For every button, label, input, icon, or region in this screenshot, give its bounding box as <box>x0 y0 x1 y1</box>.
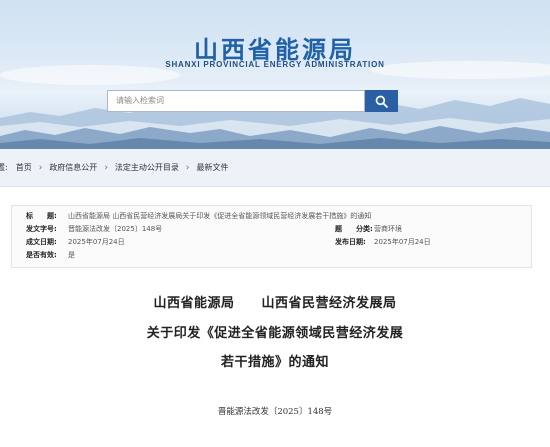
meta-created-value: 2025年07月24日 <box>68 238 125 246</box>
breadcrumb-prefix: 置: <box>0 163 8 172</box>
breadcrumb-home[interactable]: 首页 <box>16 162 32 173</box>
search-button[interactable] <box>365 90 398 112</box>
chevron-right-icon: › <box>38 162 43 173</box>
breadcrumb-gov-info[interactable]: 政府信息公开 <box>49 162 97 173</box>
breadcrumb-catalog[interactable]: 法定主动公开目录 <box>115 162 179 173</box>
meta-docno-value: 晋能源法改发〔2025〕148号 <box>68 225 163 233</box>
meta-valid-label: 是否有效: <box>26 251 57 259</box>
meta-published-value: 2025年07月24日 <box>374 238 431 246</box>
document-issuers: 山西省能源局 山西省民营经济发展局 <box>153 296 397 311</box>
meta-published-label: 发布日期: <box>335 238 366 246</box>
search-input[interactable]: 请输入检索词 <box>107 90 365 112</box>
meta-created-label: 成文日期: <box>26 238 57 246</box>
mountain-scenery <box>0 61 550 149</box>
breadcrumb: 置: 首页 › 政府信息公开 › 法定主动公开目录 › 最新文件 <box>0 149 550 187</box>
chevron-right-icon: › <box>104 162 108 173</box>
site-subtitle: SHANXI PROVINCIAL ENERGY ADMINISTRATION <box>165 60 385 69</box>
meta-category-label: 题 分类: <box>335 225 373 233</box>
meta-title-value: 山西省能源局 山西省民营经济发展局关于印发《促进全省能源领域民营经济发展若干措施… <box>68 212 372 220</box>
document-meta-table: 标 题: 山西省能源局 山西省民营经济发展局关于印发《促进全省能源领域民营经济发… <box>11 205 532 268</box>
document-number: 晋能源法改发〔2025〕148号 <box>217 407 333 417</box>
search-icon <box>375 95 388 108</box>
meta-valid-value: 是 <box>68 251 75 259</box>
breadcrumb-latest[interactable]: 最新文件 <box>197 162 229 173</box>
chevron-right-icon: › <box>185 162 190 173</box>
document-title-line1: 关于印发《促进全省能源领域民营经济发展 <box>146 326 404 341</box>
meta-title-label: 标 题: <box>26 212 57 220</box>
meta-category-value: 营商环境 <box>374 225 402 233</box>
meta-docno-label: 发文字号: <box>26 225 57 233</box>
header-banner: 山西省能源局 SHANXI PROVINCIAL ENERGY ADMINIST… <box>0 0 550 149</box>
document-title-line2: 若干措施》的通知 <box>220 355 329 370</box>
